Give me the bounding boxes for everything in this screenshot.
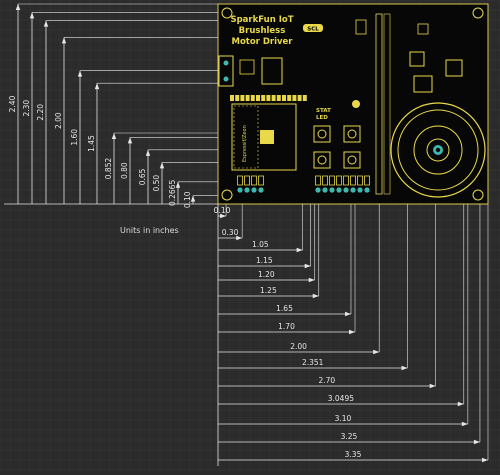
- header-pin: [240, 95, 245, 101]
- vertical-dimension-label: 1.45: [87, 135, 96, 152]
- header-pad: [251, 187, 257, 193]
- header-pad: [322, 187, 328, 193]
- dimension-arrow: [94, 83, 100, 90]
- header-pin: [282, 95, 286, 101]
- horizontal-dimension-label: 1.20: [258, 270, 275, 279]
- vertical-dimension-label: 0.2665: [168, 180, 177, 206]
- header-pin: [230, 95, 234, 101]
- dimension-arrow: [401, 365, 408, 371]
- dimension-arrow: [61, 37, 67, 44]
- vertical-dimension-label: 0.852: [104, 158, 113, 180]
- header-pin: [297, 95, 302, 101]
- horizontal-dimension-label: 1.65: [276, 304, 293, 313]
- header-pad: [364, 187, 370, 193]
- header-pin: [245, 95, 250, 101]
- header-pad: [350, 187, 356, 193]
- header-pin: [287, 95, 292, 101]
- dimension-arrow: [373, 349, 380, 355]
- horizontal-dimension-label: 2.00: [290, 342, 307, 351]
- horizontal-dimension-label: 1.25: [260, 286, 277, 295]
- header-pad: [329, 187, 335, 193]
- board-title-line-3: Motor Driver: [231, 37, 293, 47]
- horizontal-dimension-label: 3.25: [341, 432, 358, 441]
- sparkfun-flame-logo: [352, 100, 360, 108]
- header-pad: [237, 187, 243, 193]
- header-pin: [250, 95, 255, 101]
- horizontal-dimension-label: 3.10: [335, 414, 352, 423]
- dimension-arrow: [482, 457, 488, 463]
- vertical-dimension-label: 2.00: [54, 112, 63, 129]
- dimension-arrow: [43, 20, 49, 27]
- pcb-dimension-drawing: SparkFun IoT Brushless Motor Driver SCL …: [0, 0, 500, 471]
- horizontal-dimension-label: 3.35: [345, 450, 362, 459]
- horizontal-dimension-label: 0.30: [222, 228, 239, 237]
- vertical-dimension-label: 2.30: [22, 100, 31, 117]
- vertical-dimension-label: 0.50: [152, 175, 161, 192]
- header-pin: [271, 95, 276, 101]
- dimension-arrow: [349, 329, 356, 335]
- header-pin: [256, 95, 260, 101]
- dimension-arrow: [77, 70, 83, 77]
- header-pin: [235, 95, 240, 101]
- dimension-arrow: [473, 439, 480, 445]
- stat-led-label: LED: [316, 115, 328, 121]
- dimension-arrow: [159, 162, 165, 169]
- dimension-arrow: [457, 401, 464, 407]
- dimension-arrow: [296, 247, 303, 253]
- header-pad: [244, 187, 250, 193]
- units-label: Units in inches: [120, 226, 179, 235]
- stat-label: STAT: [316, 108, 331, 114]
- motor-shaft-hole: [435, 147, 441, 153]
- dimension-arrow: [127, 137, 133, 144]
- header-pad: [336, 187, 342, 193]
- header-pin: [302, 95, 307, 101]
- vertical-dimension-label: 2.20: [36, 104, 45, 121]
- horizontal-dimension-label: 0.10: [214, 206, 231, 215]
- header-pin: [266, 95, 271, 101]
- header-pad: [258, 187, 264, 193]
- horizontal-dimension-label: 2.70: [318, 376, 335, 385]
- vertical-dimension-label: 0.65: [138, 168, 147, 185]
- board-title-line-2: Brushless: [239, 26, 286, 36]
- vertical-dimension-label: 1.60: [70, 129, 79, 146]
- header-pad: [343, 187, 349, 193]
- dimension-arrow: [111, 133, 117, 139]
- vertical-dimension-label: 2.40: [8, 95, 17, 112]
- dimension-arrow: [429, 383, 436, 389]
- header-pad: [357, 187, 363, 193]
- module-label: Espressif/Zeon: [242, 125, 248, 162]
- top-pin-header: [230, 95, 307, 101]
- esp-shield-can: [260, 130, 274, 144]
- horizontal-dimensions: 0.10 0.30 1.05 1.15 1.20 1.25 1.65 1.70 2.00 2.35…: [214, 204, 489, 466]
- scl-badge-label: SCL: [307, 27, 319, 33]
- horizontal-dimension-label: 3.0495: [328, 394, 354, 403]
- dimension-arrow: [15, 4, 21, 10]
- board-title-line-1: SparkFun IoT: [230, 15, 293, 25]
- vertical-dimension-label: 0.80: [120, 162, 129, 179]
- dimension-arrow: [312, 293, 319, 299]
- connector-pad: [223, 60, 229, 66]
- dimension-arrow: [308, 277, 315, 283]
- horizontal-dimension-label: 1.70: [278, 322, 295, 331]
- pcb-board: SparkFun IoT Brushless Motor Driver SCL …: [217, 3, 489, 205]
- horizontal-dimension-label: 1.15: [256, 256, 273, 265]
- header-pin: [276, 95, 281, 101]
- vertical-dimensions: 2.40 2.30 2.20 2.00 1.60 1.45 0.852 0.80 0.65 0.5…: [4, 3, 218, 208]
- header-pin: [292, 95, 297, 101]
- horizontal-dimension-label: 1.05: [252, 240, 269, 249]
- vertical-dimension-label: 0.10: [183, 191, 192, 208]
- header-pin: [261, 95, 266, 101]
- dimension-arrow: [461, 421, 468, 427]
- dimension-arrow: [145, 149, 151, 156]
- dimension-arrow: [29, 12, 35, 19]
- header-pad: [315, 187, 321, 193]
- connector-pad: [223, 76, 229, 82]
- dimension-canvas: SparkFun IoT Brushless Motor Driver SCL …: [0, 0, 500, 471]
- horizontal-dimension-label: 2.351: [302, 358, 324, 367]
